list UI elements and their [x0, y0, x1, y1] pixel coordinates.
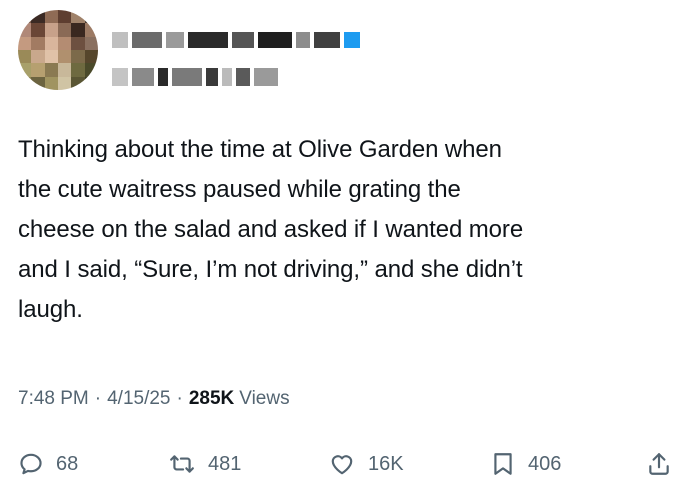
repost-count: 481 [208, 452, 242, 475]
author-handle-redacted[interactable] [112, 68, 278, 86]
reply-count: 68 [56, 452, 79, 475]
tweet-author-header [18, 10, 398, 90]
bookmark-button[interactable]: 406 [490, 444, 561, 484]
views-count: 285K [188, 388, 235, 409]
views-label: Views [239, 388, 290, 409]
tweet-time[interactable]: 7:48 PM [18, 388, 89, 410]
tweet-meta: 7:48 PM · 4/15/25 · 285K Views [18, 388, 290, 410]
tweet-date[interactable]: 4/15/25 [107, 388, 170, 410]
reply-icon [18, 451, 44, 477]
author-name-redacted[interactable] [112, 32, 360, 48]
bookmark-count: 406 [528, 452, 562, 475]
heart-icon [328, 451, 356, 477]
tweet-action-bar: 68 481 16K 406 [18, 444, 682, 484]
repost-icon [168, 451, 196, 477]
meta-separator: · [94, 388, 102, 409]
share-icon [646, 451, 672, 477]
bookmark-icon [490, 451, 516, 477]
meta-separator: · [176, 388, 183, 409]
reply-button[interactable]: 68 [18, 444, 78, 484]
avatar[interactable] [18, 10, 98, 90]
like-button[interactable]: 16K [328, 444, 404, 484]
share-button[interactable] [646, 444, 672, 484]
like-count: 16K [368, 452, 404, 475]
tweet-text: Thinking about the time at Olive Garden … [18, 136, 524, 323]
repost-button[interactable]: 481 [168, 444, 241, 484]
